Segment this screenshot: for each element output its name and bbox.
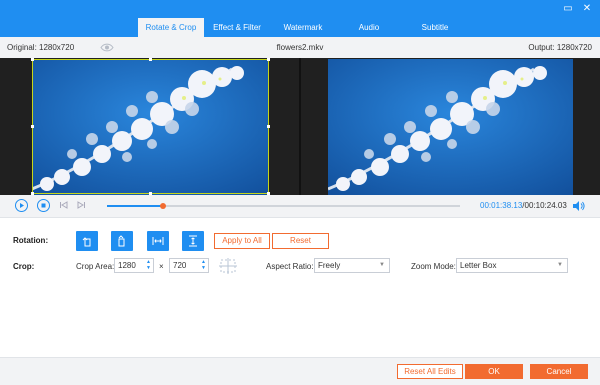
crop-handle-top-left[interactable] [31,58,34,61]
flip-horizontal-icon [152,237,164,245]
crop-handle-left[interactable] [31,125,34,128]
crop-handle-top-right[interactable] [267,58,270,61]
reset-rotation-button[interactable]: Reset [272,233,329,249]
rotate-right-icon [118,235,125,247]
zoom-mode-select[interactable]: Letter Box ▼ [456,258,568,273]
cancel-button[interactable]: Cancel [530,364,588,379]
chevron-down-icon: ▼ [379,262,385,268]
stop-icon [41,203,46,208]
progress-fill [107,205,164,207]
apply-to-all-button[interactable]: Apply to All [214,233,270,249]
close-button[interactable]: ✕ [580,3,594,15]
chevron-down-icon: ▼ [557,262,563,268]
total-time: 00:10:24.03 [524,201,567,210]
preview-divider [299,58,301,195]
flip-horizontal-button[interactable] [147,231,169,251]
play-icon [20,203,24,208]
current-time: 00:01:38.13 [480,201,523,210]
crop-times-symbol: × [159,262,164,271]
stop-button[interactable] [37,199,50,212]
aspect-ratio-value: Freely [318,261,341,270]
play-button[interactable] [15,199,28,212]
crop-area-label: Crop Area: [76,262,115,271]
minimize-button[interactable]: ▭ [561,3,575,15]
crop-handle-top[interactable] [149,58,152,61]
crop-width-value: 1280 [118,261,136,270]
flip-vertical-icon [189,235,197,247]
progress-handle[interactable] [160,203,167,209]
tab-audio[interactable]: Audio [336,18,402,37]
aspect-ratio-select[interactable]: Freely ▼ [314,258,390,273]
next-frame-icon[interactable] [76,200,86,210]
file-name: flowers2.mkv [276,43,324,52]
output-preview [328,59,573,195]
crop-height-input[interactable]: 720 ▲ ▼ [169,258,209,273]
volume-icon[interactable] [571,199,585,213]
footer-bar: Reset All Edits OK Cancel [0,357,600,385]
flip-vertical-button[interactable] [182,231,204,251]
rotation-label: Rotation: [13,236,49,245]
rotate-left-icon [82,237,91,247]
tab-rotate-crop[interactable]: Rotate & Crop [138,18,204,37]
crop-height-value: 720 [173,261,187,270]
playback-bar: 00:01:38.13/00:10:24.03 [0,195,600,217]
time-display: 00:01:38.13/00:10:24.03 [480,201,567,210]
tab-watermark[interactable]: Watermark [270,18,336,37]
tab-subtitle[interactable]: Subtitle [402,18,468,37]
reset-all-edits-button[interactable]: Reset All Edits [397,364,463,379]
aspect-ratio-label: Aspect Ratio: [266,262,314,271]
rotate-right-button[interactable] [111,231,133,251]
crop-width-input[interactable]: 1280 ▲ ▼ [114,258,154,273]
title-bar: Rotate & Crop Effect & Filter Watermark … [0,0,600,37]
info-bar: Original: 1280x720 flowers2.mkv Output: … [0,37,600,58]
edit-tabs: Rotate & Crop Effect & Filter Watermark … [138,18,468,37]
zoom-mode-label: Zoom Mode: [411,262,456,271]
crop-height-stepper[interactable]: ▲ ▼ [200,259,207,272]
crop-handle-right[interactable] [267,125,270,128]
zoom-mode-value: Letter Box [460,261,497,270]
rotate-left-button[interactable] [76,231,98,251]
output-resolution: Output: 1280x720 [528,43,592,52]
controls-panel: Rotation: Apply to All Reset Crop: Crop … [0,217,600,357]
crop-width-stepper[interactable]: ▲ ▼ [145,259,152,272]
previous-frame-icon[interactable] [59,200,69,210]
tab-effect-filter[interactable]: Effect & Filter [204,18,270,37]
crop-label: Crop: [13,262,35,271]
progress-slider[interactable] [107,203,460,209]
crop-frame[interactable] [31,58,270,195]
center-crop-icon[interactable] [219,258,237,274]
ok-button[interactable]: OK [465,364,523,379]
video-preview-area [0,58,600,195]
